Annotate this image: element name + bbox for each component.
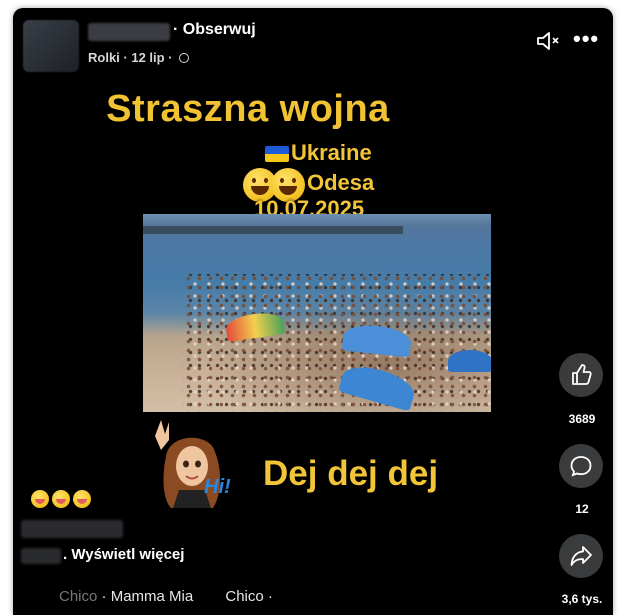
share-button[interactable] [559,534,603,578]
country-label: Ukraine [291,140,372,165]
hi-sticker-text: Hi! [204,476,231,498]
umbrella [448,350,491,372]
globe-icon [179,53,190,63]
video-title: Straszna wojna [106,88,390,130]
city-label: Odesa [307,170,375,195]
reaction-emojis[interactable] [31,490,91,508]
more-options-icon[interactable]: ••• [573,26,599,52]
post-meta: Rolki · 12 lip · [88,50,190,65]
description-blurred [21,520,123,538]
author-name-blurred[interactable] [88,23,170,41]
laughing-emoji-icon [73,490,91,508]
music-info[interactable]: Chico · Mamma Mia Chico · [59,588,273,605]
beach-photo [143,214,491,412]
comment-button[interactable] [559,444,603,488]
reel-card: · Obserwuj Rolki · 12 lip · ••• Straszna… [13,8,613,615]
video-caption: Dej dej dej [263,454,439,493]
comment-icon [570,456,592,477]
laughing-emoji-icon [31,490,49,508]
follow-button[interactable]: · Obserwuj [173,21,256,39]
like-button[interactable] [559,353,603,397]
like-count: 3689 [568,412,596,426]
see-more-link[interactable]: . Wyświetl więcej [63,546,184,563]
music-track: · Mamma Mia [101,588,194,605]
share-count: 3,6 tys. [561,592,603,606]
description-blurred [21,548,61,564]
avatar[interactable] [23,20,79,72]
share-icon [570,546,592,566]
muted-speaker-icon[interactable] [535,30,561,52]
music-artist: Chico · [225,588,273,605]
laughing-emoji-icon [52,490,70,508]
music-lead: Chico [59,588,98,605]
ukraine-flag-icon [265,146,289,162]
comment-count: 12 [575,502,589,516]
post-meta-text: Rolki · 12 lip · [88,50,173,65]
like-icon [572,364,592,385]
